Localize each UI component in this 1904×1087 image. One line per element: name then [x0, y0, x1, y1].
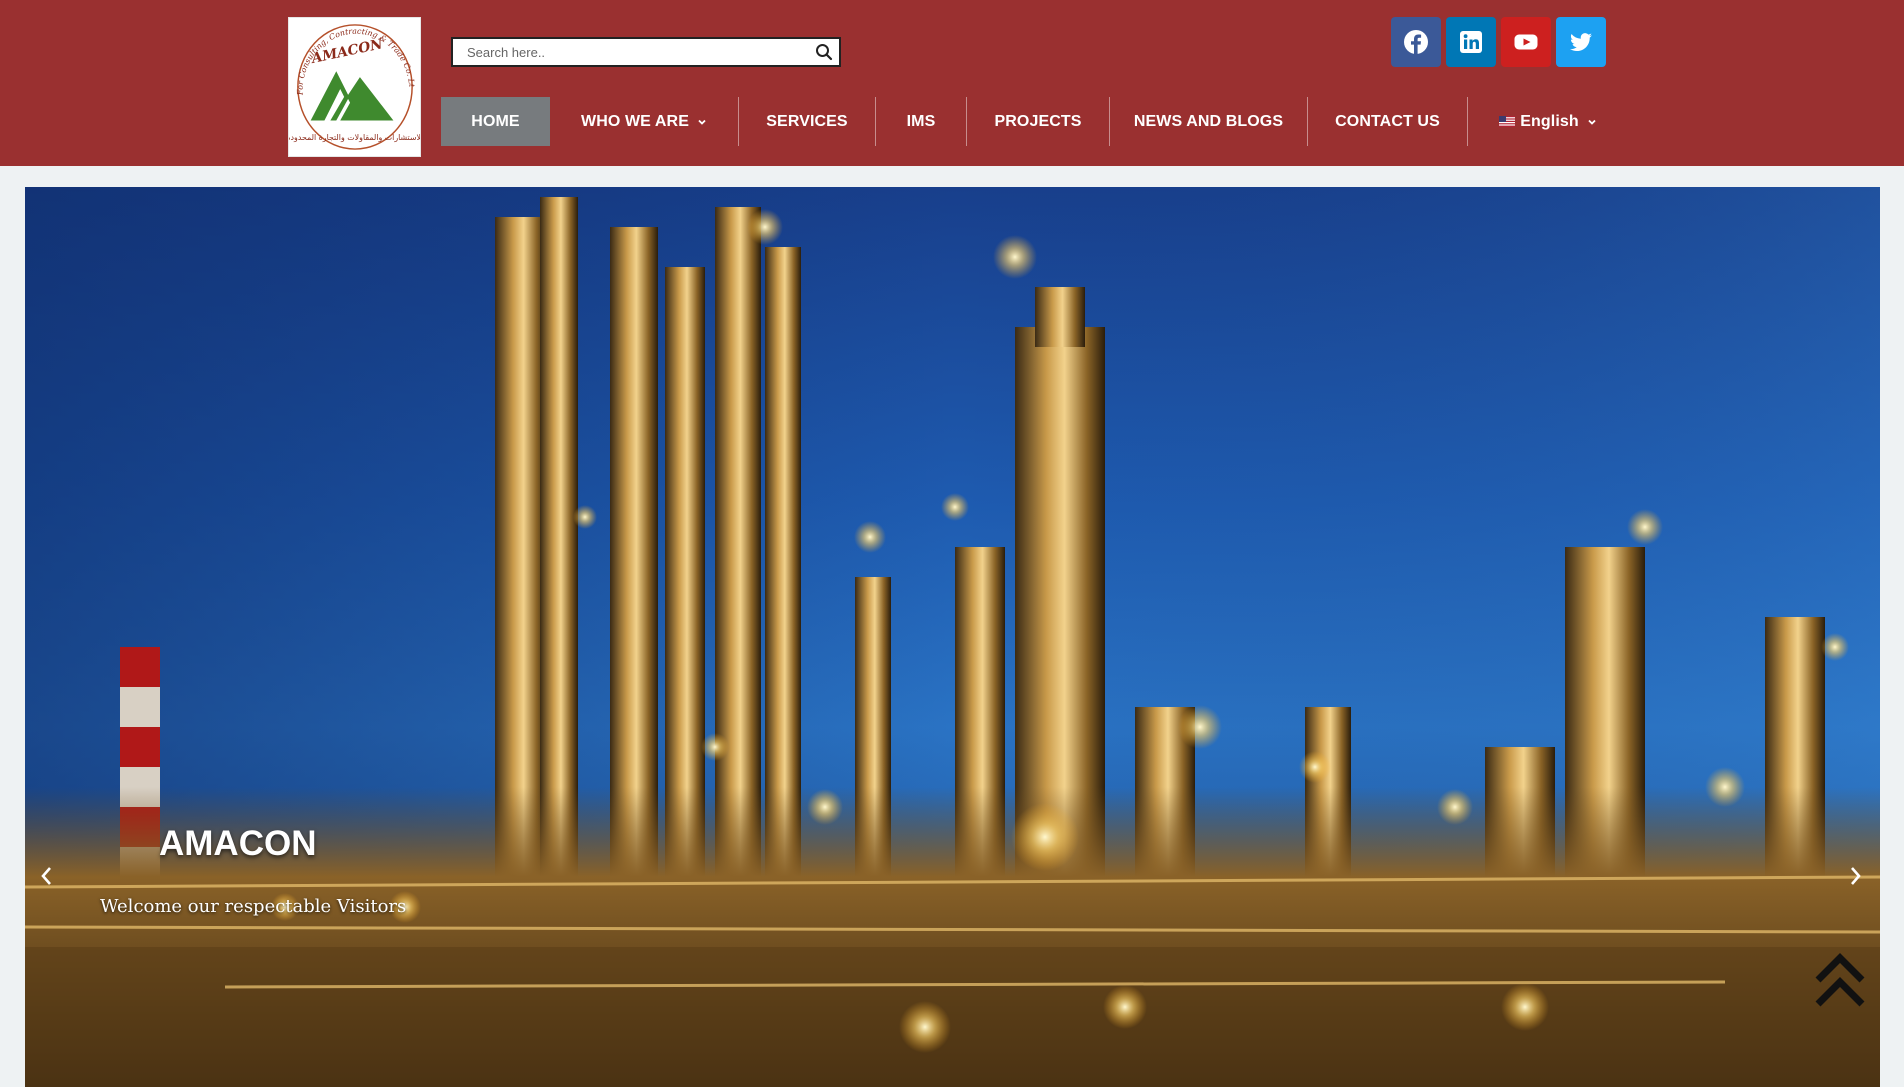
- nav-item-who-we-are[interactable]: WHO WE ARE: [550, 97, 738, 146]
- slider-next-button[interactable]: [1843, 861, 1867, 891]
- main-nav: HOME WHO WE ARE SERVICES IMS PROJECTS NE…: [441, 97, 1628, 146]
- nav-item-news-and-blogs[interactable]: NEWS AND BLOGS: [1110, 97, 1307, 146]
- language-label: English: [1520, 112, 1579, 130]
- youtube-icon: [1514, 34, 1538, 50]
- twitter-link[interactable]: [1556, 17, 1606, 67]
- language-switcher[interactable]: English: [1468, 97, 1628, 146]
- nav-item-contact-us[interactable]: CONTACT US: [1308, 97, 1467, 146]
- facebook-icon: [1404, 30, 1428, 54]
- twitter-icon: [1570, 33, 1592, 52]
- search-icon: [816, 44, 833, 61]
- slider-prev-button[interactable]: [35, 861, 59, 891]
- linkedin-link[interactable]: [1446, 17, 1496, 67]
- hero-slider: AMACON Welcome our respectable Visitors: [25, 187, 1880, 1087]
- logo-arabic-text: للاستشارات والمقاولات والتجارة المحدودة: [289, 133, 420, 142]
- nav-item-label: IMS: [906, 112, 936, 130]
- site-header: For Consulting, Contracting & Trade Co. …: [0, 0, 1904, 166]
- double-chevron-up-icon: [1815, 953, 1865, 1007]
- slide-subtitle: Welcome our respectable Visitors: [100, 896, 407, 917]
- chevron-left-icon: [41, 867, 51, 885]
- facebook-link[interactable]: [1391, 17, 1441, 67]
- scroll-to-top-button[interactable]: [1812, 950, 1868, 1010]
- slide-title: AMACON: [159, 824, 317, 863]
- chevron-down-icon: [1588, 119, 1596, 125]
- linkedin-icon: [1460, 31, 1482, 53]
- nav-item-home[interactable]: HOME: [441, 97, 550, 146]
- chevron-down-icon: [698, 119, 706, 125]
- nav-item-label: PROJECTS: [994, 112, 1082, 130]
- search-input[interactable]: [453, 39, 807, 65]
- nav-item-label: HOME: [471, 112, 520, 130]
- search-button[interactable]: [811, 40, 837, 64]
- nav-item-ims[interactable]: IMS: [876, 97, 966, 146]
- search-box: [451, 37, 841, 67]
- nav-item-label: CONTACT US: [1335, 112, 1440, 130]
- nav-item-projects[interactable]: PROJECTS: [967, 97, 1109, 146]
- nav-item-services[interactable]: SERVICES: [739, 97, 875, 146]
- chevron-right-icon: [1851, 867, 1861, 885]
- nav-item-label: NEWS AND BLOGS: [1133, 112, 1284, 130]
- refinery-image: [25, 187, 1880, 1087]
- nav-item-label: WHO WE ARE: [581, 112, 689, 130]
- site-logo[interactable]: For Consulting, Contracting & Trade Co. …: [288, 17, 421, 157]
- nav-item-label: SERVICES: [766, 112, 848, 130]
- us-flag-icon: [1499, 116, 1516, 127]
- amacon-logo-icon: For Consulting, Contracting & Trade Co. …: [289, 18, 420, 150]
- youtube-link[interactable]: [1501, 17, 1551, 67]
